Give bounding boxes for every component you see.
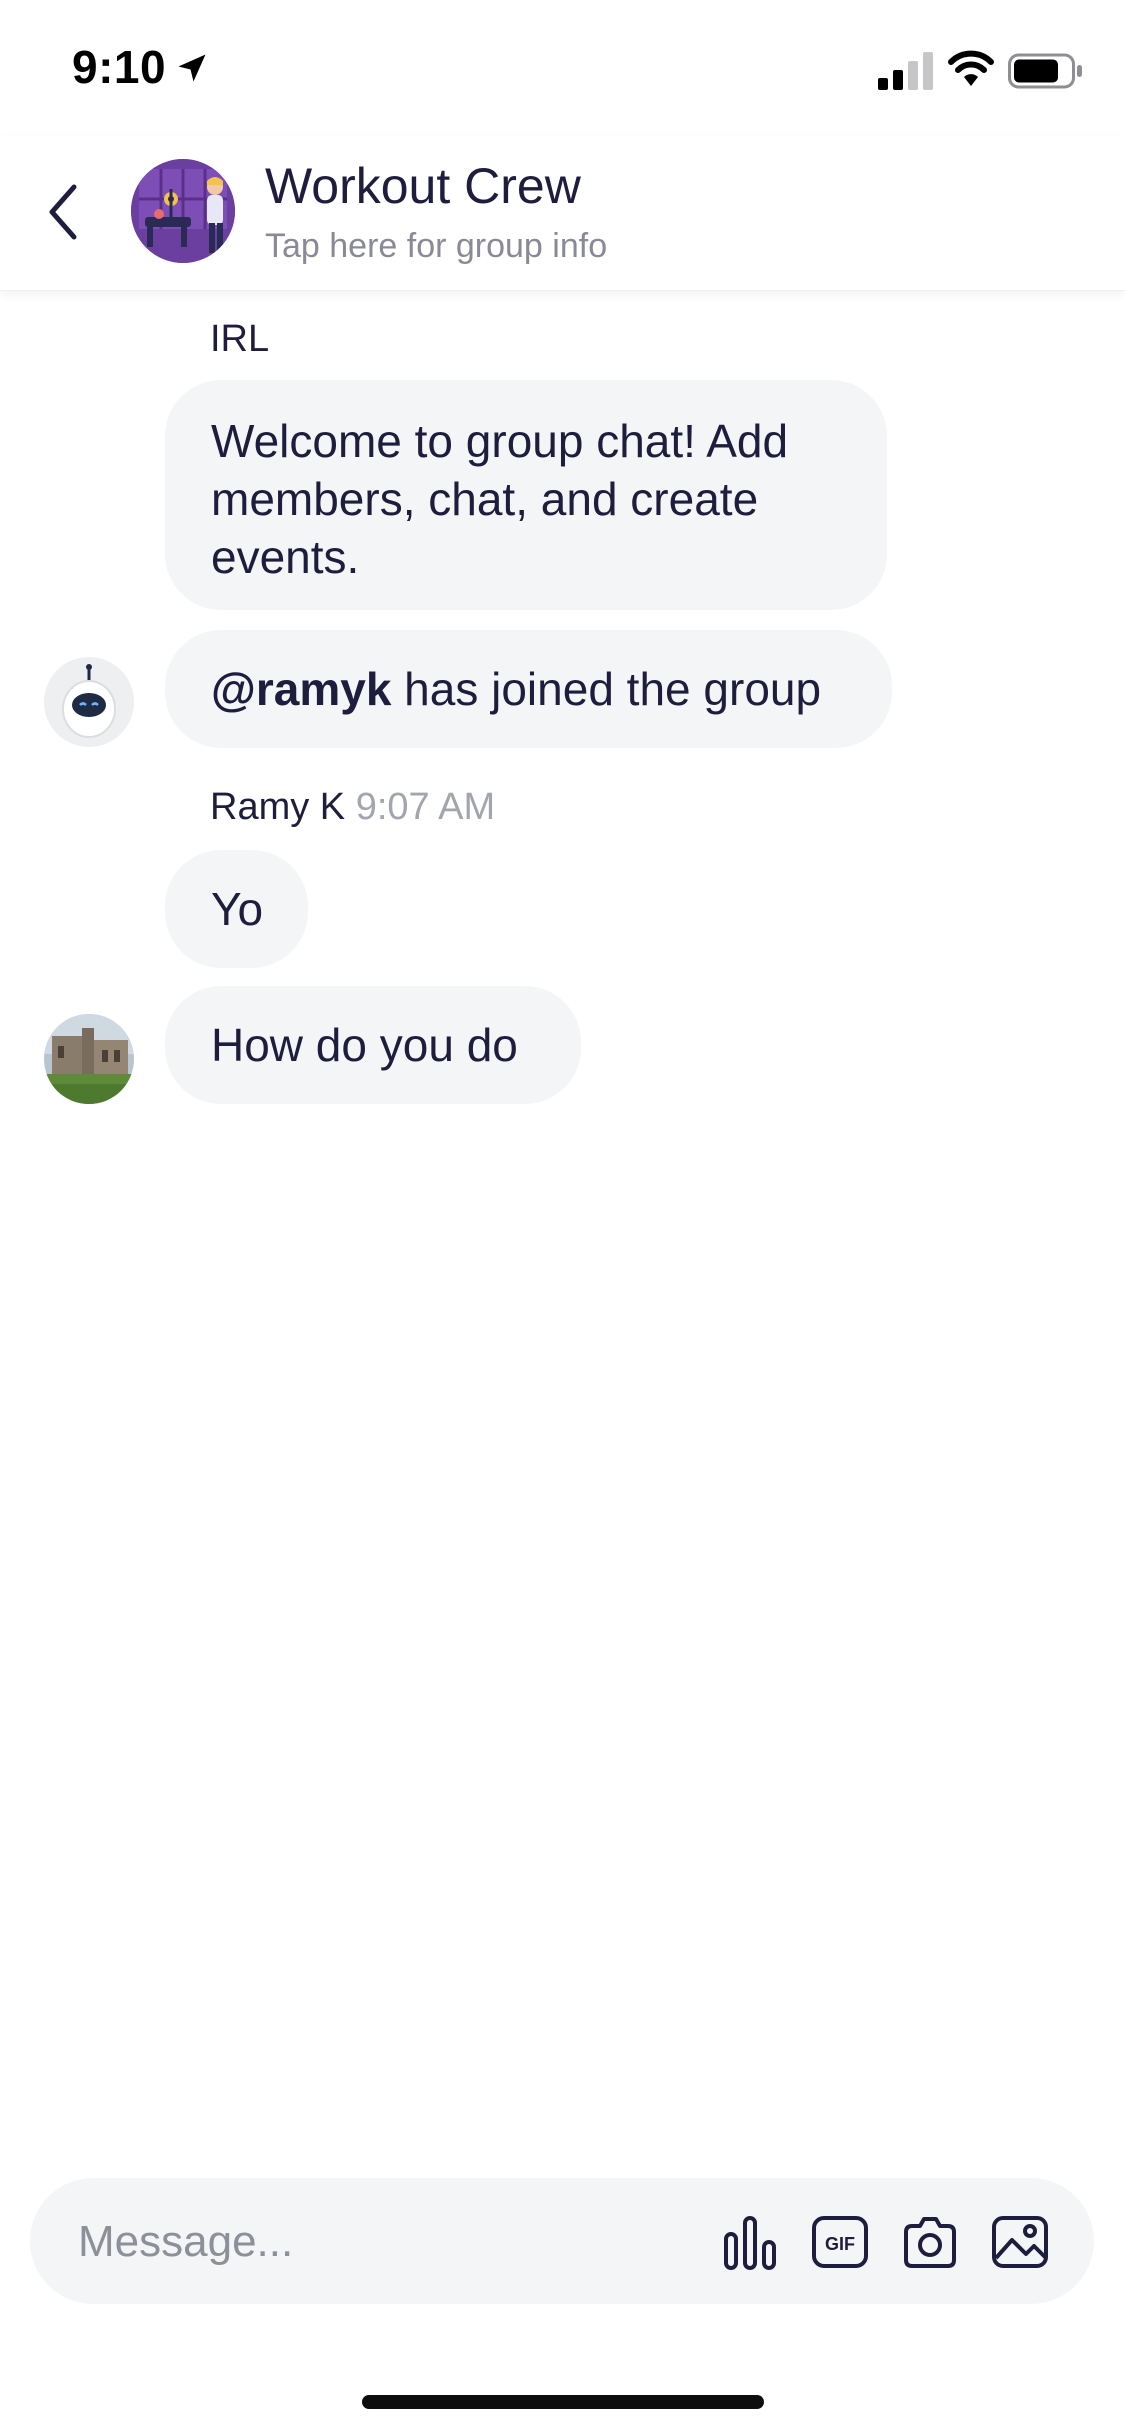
- system-message-bubble[interactable]: @ramyk has joined the group: [165, 630, 892, 748]
- robot-icon: [44, 657, 134, 747]
- chat-header[interactable]: Workout Crew Tap here for group info: [0, 135, 1125, 291]
- mention-username[interactable]: @ramyk: [211, 663, 391, 715]
- battery-icon: [1008, 53, 1082, 89]
- bot-avatar[interactable]: [44, 657, 134, 747]
- gif-frame-icon: GIF: [812, 2216, 868, 2268]
- message-text: has joined the group: [391, 663, 822, 715]
- cellular-signal-icon: [878, 52, 933, 90]
- message-bubble[interactable]: Yo: [165, 850, 308, 968]
- group-info-hint[interactable]: Tap here for group info: [265, 227, 607, 266]
- message-text: How do you do: [211, 1019, 518, 1071]
- group-avatar[interactable]: [131, 159, 235, 263]
- message-bubble[interactable]: How do you do: [165, 986, 581, 1104]
- status-time: 9:10: [72, 41, 167, 93]
- message-time: 9:07 AM: [355, 786, 496, 828]
- group-title[interactable]: Workout Crew: [265, 157, 581, 215]
- photo-icon[interactable]: [990, 2212, 1050, 2272]
- wifi-icon: [948, 50, 994, 86]
- back-chevron-icon[interactable]: [40, 175, 90, 249]
- message-composer: GIF: [30, 2178, 1094, 2304]
- sender-line: Ramy K 9:07 AM: [210, 786, 495, 829]
- poll-icon[interactable]: [720, 2212, 780, 2272]
- sender-name: IRL: [210, 318, 270, 360]
- user-avatar[interactable]: [44, 1014, 134, 1104]
- user-avatar-photo: [44, 1014, 134, 1104]
- location-arrow-icon: [178, 54, 206, 82]
- camera-icon[interactable]: [900, 2212, 960, 2272]
- home-indicator[interactable]: [362, 2395, 764, 2409]
- message-input[interactable]: [76, 2206, 700, 2278]
- group-avatar-illustration: [131, 159, 235, 263]
- message-text: Welcome to group chat! Add members, chat…: [211, 415, 789, 583]
- sender-name: Ramy K: [210, 786, 346, 828]
- status-bar: 9:10: [0, 0, 1125, 135]
- message-text: Yo: [211, 883, 264, 935]
- message-bubble[interactable]: Welcome to group chat! Add members, chat…: [165, 380, 887, 610]
- gif-label: GIF: [825, 2234, 855, 2254]
- gif-icon[interactable]: GIF: [810, 2212, 870, 2272]
